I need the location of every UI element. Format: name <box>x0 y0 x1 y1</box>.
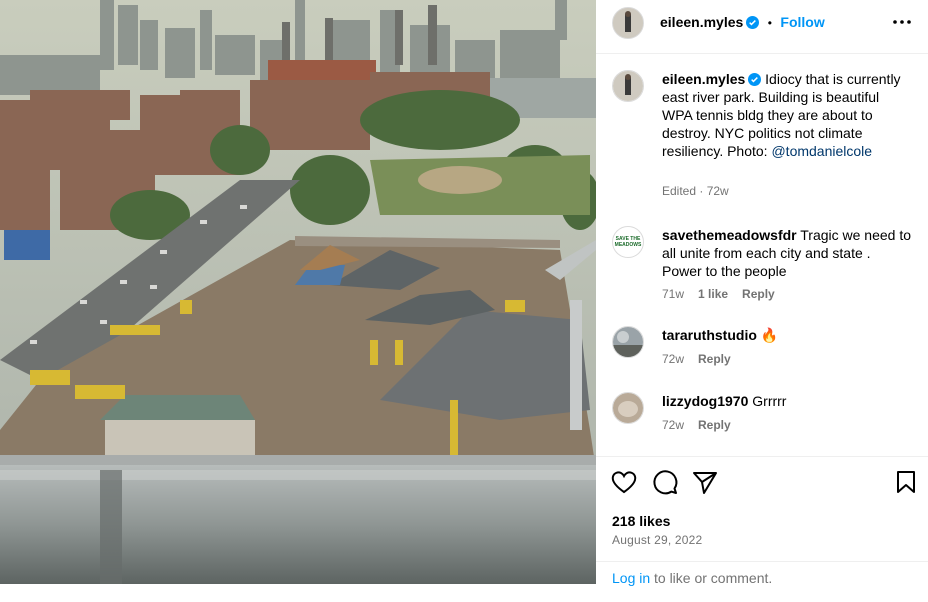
comment-item: lizzydog1970 Grrrrr 72w Reply <box>612 392 912 437</box>
caption-mention[interactable]: @tomdanielcole <box>771 143 872 159</box>
comment-text: savethemeadowsfdr Tragic we need to all … <box>662 226 912 280</box>
more-options-icon[interactable] <box>892 10 912 34</box>
comment-username[interactable]: tararuthstudio <box>662 327 757 343</box>
comment-time[interactable]: 72w <box>662 352 684 366</box>
comment-text: lizzydog1970 Grrrrr <box>662 392 912 410</box>
post-date: August 29, 2022 <box>612 533 703 547</box>
comment-likes[interactable]: 1 like <box>698 287 728 301</box>
author-avatar[interactable] <box>612 7 644 39</box>
bookmark-icon[interactable] <box>891 467 921 497</box>
comment-username[interactable]: savethemeadowsfdr <box>662 227 797 243</box>
commenter-avatar[interactable]: SAVE THE MEADOWS <box>612 226 644 258</box>
avatar-logo-text: SAVE THE MEADOWS <box>614 236 642 248</box>
comment-body: Grrrrr <box>752 393 787 409</box>
post-panel: eileen.myles • Follow eileen.myles Idioc… <box>596 0 928 586</box>
post-photo[interactable] <box>0 0 596 584</box>
share-icon[interactable] <box>690 467 720 497</box>
comment-icon[interactable] <box>650 467 680 497</box>
post-header: eileen.myles • Follow <box>596 0 928 54</box>
comment-body: 🔥 <box>760 327 779 343</box>
comments-section[interactable]: eileen.myles Idiocy that is currently ea… <box>596 54 928 454</box>
reply-button[interactable]: Reply <box>742 287 775 301</box>
reply-button[interactable]: Reply <box>698 418 731 432</box>
comment-meta: 72w Reply <box>662 352 731 366</box>
caption-text: eileen.myles Idiocy that is currently ea… <box>662 70 912 160</box>
author-username[interactable]: eileen.myles <box>660 14 743 30</box>
post-actions: 218 likes August 29, 2022 Log in to like… <box>596 456 928 586</box>
comment-time[interactable]: 71w <box>662 287 684 301</box>
commenter-avatar[interactable] <box>612 392 644 424</box>
verified-badge-icon <box>748 73 762 86</box>
caption-meta: Edited · 72w <box>662 184 729 198</box>
caption-username[interactable]: eileen.myles <box>662 71 745 87</box>
comment-meta: 72w Reply <box>662 418 731 432</box>
header-separator: • <box>767 16 772 30</box>
comment-text: tararuthstudio 🔥 <box>662 326 912 344</box>
reply-button[interactable]: Reply <box>698 352 731 366</box>
comment-username[interactable]: lizzydog1970 <box>662 393 748 409</box>
caption-avatar[interactable] <box>612 70 644 102</box>
verified-badge-icon <box>746 16 760 29</box>
comment-item: tararuthstudio 🔥 72w Reply <box>612 326 912 371</box>
comment-item: SAVE THE MEADOWS savethemeadowsfdr Tragi… <box>612 226 912 306</box>
follow-button[interactable]: Follow <box>780 14 824 30</box>
comment-meta: 71w 1 like Reply <box>662 287 775 301</box>
comment-time[interactable]: 72w <box>662 418 684 432</box>
heart-icon[interactable] <box>609 467 639 497</box>
construction-site-image <box>0 0 596 584</box>
likes-count[interactable]: 218 likes <box>612 513 670 529</box>
caption: eileen.myles Idiocy that is currently ea… <box>612 70 912 200</box>
login-prompt: Log in to like or comment. <box>596 561 928 602</box>
commenter-avatar[interactable] <box>612 326 644 358</box>
